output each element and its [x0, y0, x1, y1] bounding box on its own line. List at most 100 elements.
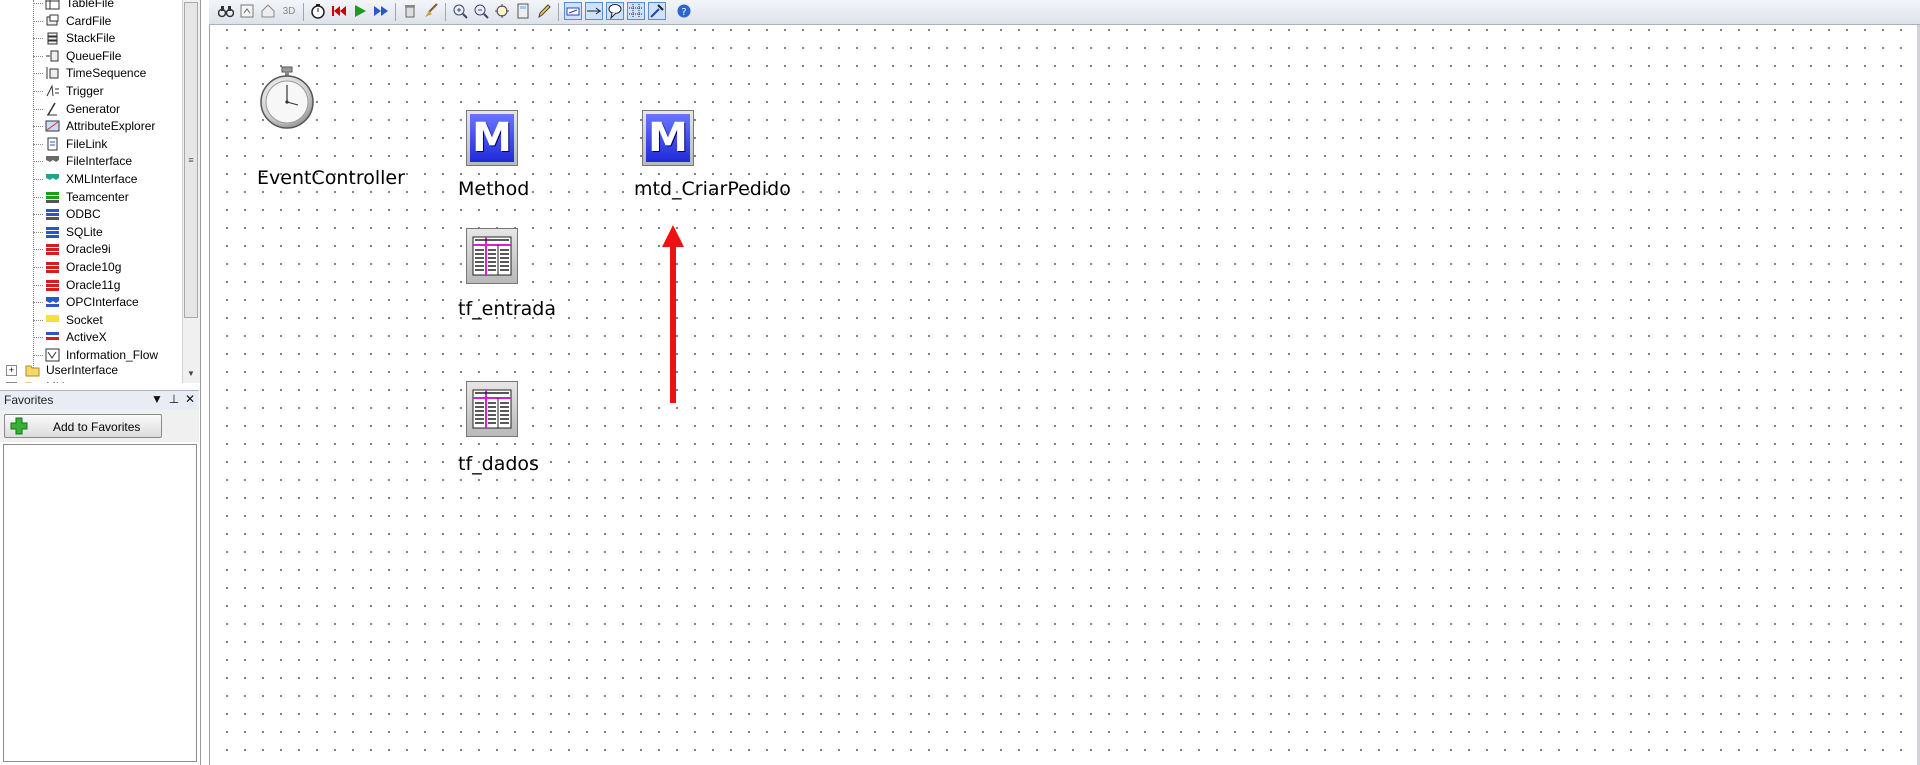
zoom-out-icon[interactable] — [472, 2, 490, 20]
dropdown-icon[interactable]: ▼ — [150, 392, 164, 406]
home-icon[interactable] — [259, 2, 277, 20]
tree-item-tablefile[interactable]: TableFile — [33, 0, 115, 12]
tree-item-odbc[interactable]: ODBC — [33, 205, 101, 223]
tree-item-label: FileInterface — [66, 154, 133, 169]
tools-icon[interactable] — [648, 2, 666, 20]
tree-item-oracle9i[interactable]: Oracle9i — [33, 240, 111, 258]
reset-icon[interactable] — [330, 2, 348, 20]
tree-item-oracle10g[interactable]: Oracle10g — [33, 258, 121, 276]
tree-item-label: QueueFile — [66, 48, 122, 63]
object-label: Method — [458, 178, 530, 200]
tree-folder-userinterface[interactable]: + UserInterface — [6, 361, 118, 379]
tree-item-label: Information_Flow — [66, 348, 159, 362]
favorites-list[interactable] — [3, 444, 197, 762]
method-icon: M — [642, 110, 694, 166]
scrollbar-thumb[interactable]: ≡ — [184, 2, 198, 318]
tree-item-label: ODBC — [66, 207, 101, 222]
tree-connector — [33, 38, 43, 40]
object-label: EventController — [257, 167, 405, 189]
oracle-icon — [45, 278, 60, 292]
connect-icon[interactable] — [585, 2, 603, 20]
open-origin-icon[interactable] — [238, 2, 256, 20]
tree-item-timesequence[interactable]: TimeSequence — [33, 64, 147, 82]
tree-connector — [33, 126, 43, 128]
event-controller-object[interactable]: EventController — [251, 65, 405, 189]
tree-connector — [33, 91, 43, 92]
zoom-in-icon[interactable] — [451, 2, 469, 20]
tree-connector — [33, 355, 43, 356]
queuefile-icon — [45, 49, 60, 63]
tree-item-label: TimeSequence — [66, 66, 147, 81]
3d-icon[interactable]: 3D — [280, 2, 298, 20]
calculator-icon[interactable] — [514, 2, 532, 20]
tree-connector — [33, 161, 43, 163]
object-label: tf_dados — [458, 453, 539, 475]
tree-connector — [33, 319, 43, 321]
tree-item-cardfile[interactable]: CardFile — [33, 12, 111, 30]
favorites-toolbar: Add to Favorites — [0, 410, 199, 442]
tree-item-fileinterface[interactable]: FileInterface — [33, 152, 133, 170]
opcinterface-icon — [45, 295, 60, 309]
tree-item-attributeexplorer[interactable]: AttributeExplorer — [33, 117, 155, 135]
method-object[interactable]: M Method — [458, 110, 576, 205]
tree-item-opcinterface[interactable]: OPCInterface — [33, 293, 139, 311]
tree-item-xmlinterface[interactable]: XMLInterface — [33, 170, 137, 188]
delete-icon[interactable] — [401, 2, 419, 20]
step-icon[interactable] — [372, 2, 390, 20]
trigger-icon — [45, 84, 60, 98]
pencil-icon[interactable] — [535, 2, 553, 20]
tree-item-filelink[interactable]: FileLink — [33, 135, 107, 153]
tree-item-label: Trigger — [66, 84, 104, 98]
frame-toolbar: 3D ? — [209, 0, 1920, 25]
frame-canvas[interactable]: EventController M Method M mtd_CriarPedi… — [209, 25, 1920, 765]
tablefile-icon — [466, 228, 518, 284]
tree-item-sqlite[interactable]: SQLite — [33, 223, 103, 241]
connector-mode-icon[interactable] — [564, 2, 582, 20]
tree-item-oracle11g[interactable]: Oracle11g — [33, 276, 120, 294]
information-flow-icon — [45, 348, 60, 362]
tree-connector — [33, 196, 43, 198]
tree-item-queuefile[interactable]: QueueFile — [33, 47, 122, 65]
start-icon[interactable] — [351, 2, 369, 20]
svg-text:?: ? — [681, 7, 686, 18]
folder-icon — [25, 380, 40, 383]
tree-scrollbar[interactable]: ≡ ▼ — [182, 0, 200, 383]
tree-connector — [33, 143, 43, 145]
timesequence-icon — [45, 66, 60, 80]
filelink-icon — [45, 137, 60, 151]
attributeexplorer-icon — [45, 119, 60, 133]
tree-folder-mu[interactable]: + MU — [6, 378, 65, 383]
tree-item-label: Socket — [66, 312, 103, 327]
object-label: tf_entrada — [458, 298, 556, 320]
zoom-fit-icon[interactable] — [493, 2, 511, 20]
speech-bubble-icon[interactable] — [606, 2, 624, 20]
close-icon[interactable]: ✕ — [183, 392, 197, 406]
odbc-icon — [45, 207, 60, 221]
tablefile-object-tf-entrada[interactable]: tf_entrada — [458, 228, 576, 323]
tree-connector — [33, 179, 43, 180]
tablefile-icon — [45, 0, 60, 10]
grid-icon[interactable] — [627, 2, 645, 20]
scroll-down-icon[interactable]: ▼ — [184, 366, 198, 380]
tree-item-generator[interactable]: Generator — [33, 100, 120, 118]
add-to-favorites-button[interactable]: Add to Favorites — [4, 414, 162, 438]
tree-item-label: TableFile — [66, 0, 115, 10]
broom-icon[interactable] — [422, 2, 440, 20]
tree-item-trigger[interactable]: Trigger — [33, 82, 104, 100]
tree-folder-label: MU — [46, 380, 65, 383]
binoculars-icon[interactable] — [217, 2, 235, 20]
tree-item-stackfile[interactable]: StackFile — [33, 29, 115, 47]
expand-icon[interactable]: + — [6, 364, 17, 376]
help-icon[interactable]: ? — [675, 2, 693, 20]
tree-item-teamcenter[interactable]: Teamcenter — [33, 188, 129, 206]
tree-connector — [33, 267, 43, 268]
pin-icon[interactable]: ⊥ — [167, 392, 181, 406]
method-object-mtd-criarpedido[interactable]: M mtd_CriarPedido — [634, 110, 802, 205]
event-controller-icon[interactable] — [309, 2, 327, 20]
tree-item-socket[interactable]: Socket — [33, 311, 103, 329]
tree-item-activex[interactable]: ActiveX — [33, 328, 107, 346]
expand-icon[interactable]: + — [6, 381, 17, 383]
favorites-header: Favorites ▼ ⊥ ✕ — [0, 390, 199, 411]
favorites-title: Favorites — [4, 393, 54, 407]
tablefile-object-tf-dados[interactable]: tf_dados — [458, 381, 576, 476]
